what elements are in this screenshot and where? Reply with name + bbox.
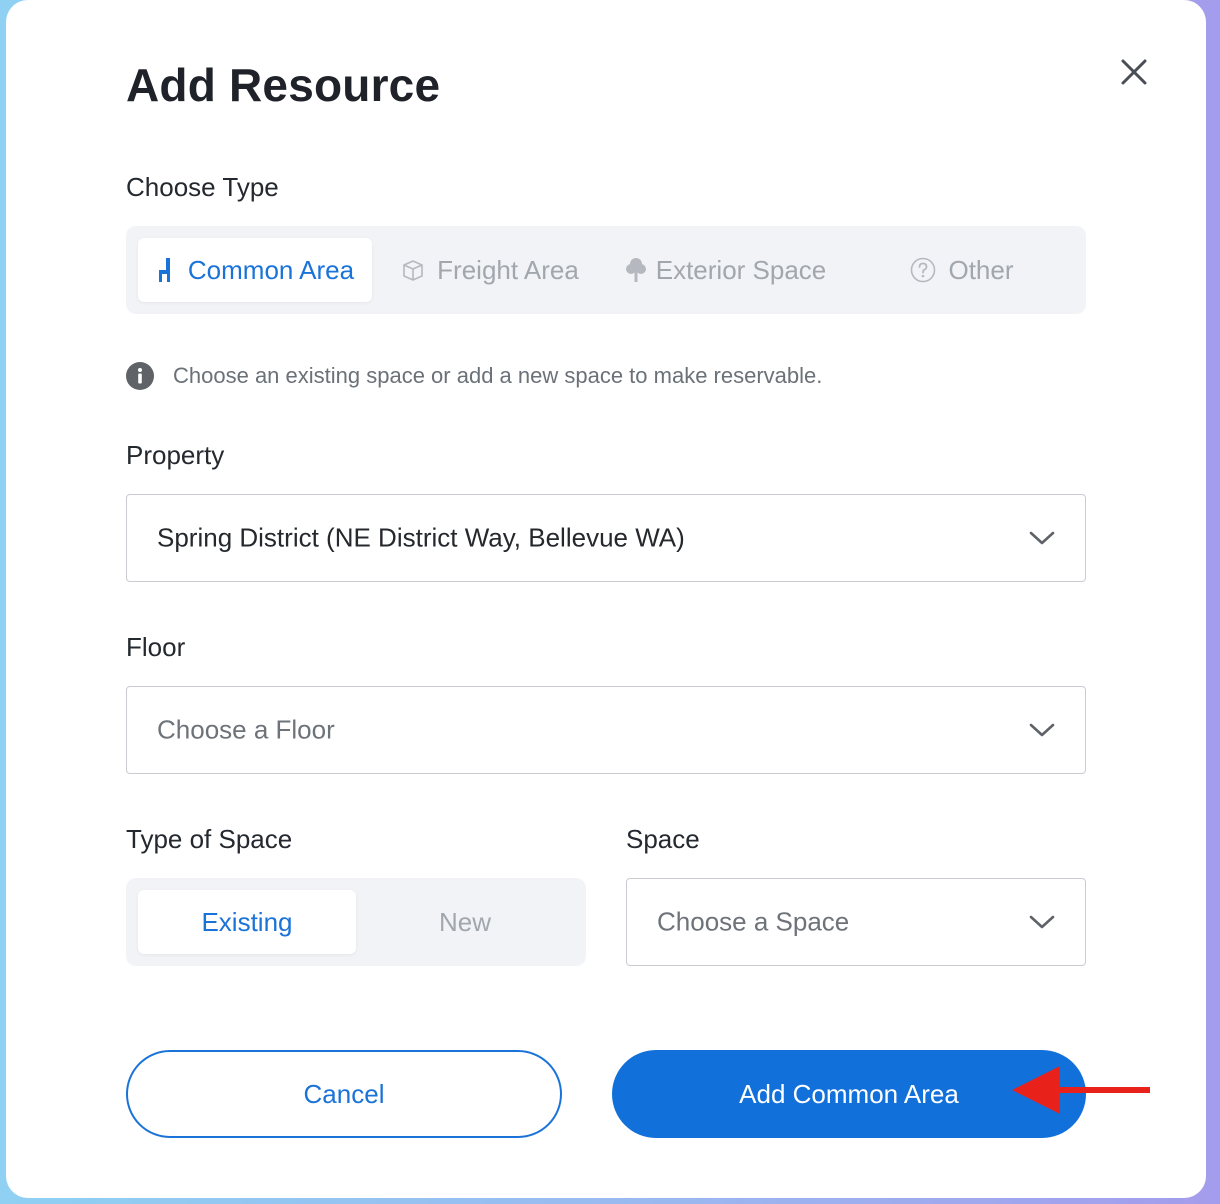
info-text: Choose an existing space or add a new sp… [173, 363, 823, 388]
space-type-new[interactable]: New [356, 890, 574, 954]
space-type-toggle: Existing New [126, 878, 586, 966]
type-option-common-area[interactable]: Common Area [138, 238, 372, 302]
type-option-label: Common Area [187, 254, 355, 285]
space-type-label: Existing [201, 906, 293, 937]
floor-placeholder: Choose a Floor [157, 714, 335, 745]
type-option-other[interactable]: Other [892, 238, 1032, 302]
space-type-existing[interactable]: Existing [138, 890, 356, 954]
cancel-button[interactable]: Cancel [126, 1050, 562, 1138]
resource-type-selector: Common Area Freight Area Exterior Space [126, 226, 1086, 314]
chair-icon [156, 256, 176, 284]
floor-label: Floor [126, 632, 186, 662]
chevron-down-icon [1029, 722, 1055, 738]
info-icon [126, 362, 154, 390]
tree-icon [624, 256, 648, 284]
close-button[interactable] [1114, 54, 1154, 94]
type-option-freight-area[interactable]: Freight Area [390, 238, 590, 302]
space-type-label: New [438, 906, 491, 937]
annotation-arrow-icon [1010, 1062, 1154, 1123]
chevron-down-icon [1029, 914, 1055, 930]
property-value: Spring District (NE District Way, Bellev… [157, 522, 685, 553]
space-select[interactable]: Choose a Space [626, 878, 1086, 966]
close-icon [1120, 58, 1148, 91]
type-option-label: Exterior Space [655, 254, 827, 285]
space-label: Space [626, 824, 700, 854]
property-label: Property [126, 440, 225, 470]
box-icon [401, 258, 425, 282]
chevron-down-icon [1029, 530, 1055, 546]
dialog-title: Add Resource [126, 59, 441, 111]
add-resource-dialog: Add Resource Choose Type Common Area Fre… [6, 0, 1206, 1198]
type-option-exterior-space[interactable]: Exterior Space [614, 238, 836, 302]
type-of-space-label: Type of Space [126, 824, 293, 854]
info-message: Choose an existing space or add a new sp… [126, 362, 822, 390]
type-option-label: Freight Area [437, 254, 579, 285]
property-select[interactable]: Spring District (NE District Way, Bellev… [126, 494, 1086, 582]
floor-select[interactable]: Choose a Floor [126, 686, 1086, 774]
choose-type-label: Choose Type [126, 172, 279, 202]
question-icon [910, 257, 936, 283]
type-option-label: Other [948, 254, 1014, 285]
space-placeholder: Choose a Space [657, 906, 850, 937]
